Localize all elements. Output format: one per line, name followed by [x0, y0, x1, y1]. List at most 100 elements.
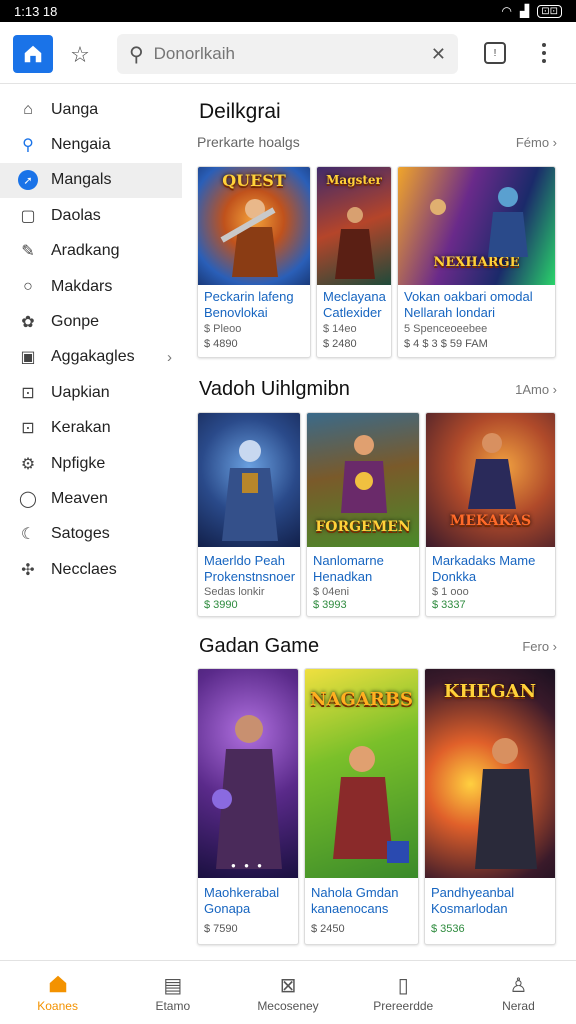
game-artwork: KHEGAN	[425, 669, 555, 878]
sidebar-item-10[interactable]: ⚙ Npfigke	[0, 446, 182, 481]
section-title: Gadan Game	[199, 635, 320, 657]
game-title: Maerldo Peah Prokenstnsnoer	[204, 553, 296, 584]
square-dot-icon: ⊡	[21, 384, 35, 402]
game-title: Nahola Gmdan kanaenocans	[311, 885, 399, 916]
nav-tab-home[interactable]: Koanes	[0, 961, 115, 1024]
chevron-right-icon: ›	[167, 348, 172, 366]
nav-tab-3[interactable]: ▯ Prereerdde	[346, 961, 461, 1024]
notification-button[interactable]: !	[484, 42, 506, 64]
sidebar-item-label: Satoges	[51, 525, 110, 543]
sidebar-item-6[interactable]: ✿ Gonpe	[0, 304, 182, 339]
battery-icon: ⊡⊡	[537, 4, 562, 18]
home-outline-icon: ⌂	[23, 100, 33, 118]
game-card[interactable]: Maerldo Peah Prokenstnsnoer Sedas lonkir…	[197, 412, 301, 617]
status-time: 1:13 18	[14, 3, 58, 19]
sorceress-figure-icon	[212, 715, 282, 869]
fire-mage-icon	[475, 738, 537, 869]
wifi-icon: ◠	[501, 4, 512, 18]
person-icon: ♙	[509, 974, 528, 997]
notification-icon: !	[493, 47, 497, 59]
game-card[interactable]: ● ● ● Maohkerabal Gonapa $ 7590	[197, 668, 299, 945]
game-artwork: MEKAKAS	[426, 413, 555, 547]
game-price: $ 3536	[431, 923, 465, 935]
sidebar-item-label: Daolas	[51, 206, 101, 224]
sidebar-item-7[interactable]: ▣ Aggakagles ›	[0, 340, 182, 375]
game-card[interactable]: KHEGAN Pandhyeanbal Kosmarlodan $ 3536	[424, 668, 556, 945]
sidebar-item-label: Npfigke	[51, 454, 106, 472]
see-more-link[interactable]: Fero ›	[522, 639, 557, 654]
nav-tab-4[interactable]: ♙ Nerad	[461, 961, 576, 1024]
game-card[interactable]: Magster Meclayana Catlexider $ 14eo $ 24…	[316, 166, 392, 358]
armored-hero-icon	[430, 187, 528, 257]
square-dot-icon: ⊡	[21, 420, 35, 438]
game-card[interactable]: MEKAKAS Markadaks Mame Donkka $ 1 ooo $ …	[425, 412, 556, 617]
star-button[interactable]: ☆	[66, 41, 94, 69]
see-more-link[interactable]: 1Amo ›	[515, 382, 557, 397]
game-artwork: QUEST	[198, 167, 310, 285]
sidebar-item-11[interactable]: ◯ Meaven	[0, 481, 182, 516]
nav-label: Etamo	[155, 998, 191, 1013]
game-price: $ 4 $ 3 $ 59 FAM	[404, 338, 488, 350]
bottom-navigation: Koanes ▤ Etamo ⊠ Mecoseney ▯ Prereerdde …	[0, 960, 576, 1024]
game-card[interactable]: QUEST Peckarin lafeng Benovlokai $ Pleoo…	[197, 166, 311, 358]
sidebar-item-label: Uapkian	[51, 383, 110, 401]
sidebar-item-13[interactable]: ✣ Necclaes	[0, 552, 182, 587]
brawler-figure-icon	[333, 746, 409, 863]
section-subtitle: Prerkarte hoalgs	[197, 134, 300, 150]
tools-icon[interactable]: ✕	[431, 44, 446, 65]
status-icons: ◠ ▟ ⊡⊡	[502, 4, 562, 18]
game-title: Maohkerabal Gonapa	[204, 885, 280, 916]
search-icon: ⚲	[129, 43, 144, 66]
game-title: Meclayana Catlexider	[323, 289, 386, 320]
ranger-figure-icon	[341, 435, 387, 513]
sidebar-item-2[interactable]: ➚ Mangals	[0, 162, 182, 199]
nav-tab-1[interactable]: ▤ Etamo	[115, 961, 230, 1024]
sidebar-item-label: Mangals	[51, 171, 112, 189]
nav-tab-2[interactable]: ⊠ Mecoseney	[230, 961, 345, 1024]
sidebar-item-8[interactable]: ⊡ Uapkian	[0, 375, 182, 410]
game-artwork: NAGARBS	[305, 669, 418, 878]
game-title: Vokan oakbari omodal Nellarah londari	[404, 289, 533, 320]
sidebar-item-12[interactable]: ☾ Satoges	[0, 517, 182, 552]
game-title: Markadaks Mame Donkka	[432, 553, 536, 584]
more-options-button[interactable]	[534, 38, 554, 68]
sidebar-item-label: Makdars	[51, 277, 113, 295]
game-artwork: FORGEMEN	[307, 413, 419, 547]
game-title: Peckarin lafeng Benovlokai	[204, 289, 294, 320]
nav-label: Koanes	[37, 998, 78, 1013]
game-price: $ 2450	[311, 923, 345, 935]
runner-figure-icon	[468, 433, 516, 509]
sidebar-item-label: Aradkang	[51, 242, 120, 260]
see-more-link[interactable]: Fémo ›	[516, 135, 557, 150]
sidebar-item-label: Kerakan	[51, 419, 111, 437]
hero-figure-icon	[220, 199, 278, 277]
sidebar: ⌂ Uanga ⚲ Nengaia ➚ Mangals ▢ Daolas ✎ Aradka…	[0, 92, 182, 587]
puzzle-icon: ✣	[21, 561, 35, 579]
home-button[interactable]	[13, 35, 53, 73]
sidebar-item-label: Necclaes	[51, 560, 117, 578]
game-card[interactable]: NAGARBS Nahola Gmdan kanaenocans $ 2450	[304, 668, 419, 945]
game-artwork: NEXHARGE	[398, 167, 555, 285]
game-price: $ 3990	[204, 599, 238, 611]
game-artwork: ● ● ●	[198, 669, 298, 878]
game-card[interactable]: NEXHARGE Vokan oakbari omodal Nellarah l…	[397, 166, 556, 358]
pencil-icon: ✎	[21, 243, 35, 261]
sidebar-item-label: Gonpe	[51, 313, 100, 331]
sidebar-item-1[interactable]: ⚲ Nengaia	[0, 127, 182, 162]
game-meta: Sedas lonkir	[204, 586, 265, 598]
gamepad-icon: ✿	[21, 314, 35, 332]
sidebar-item-0[interactable]: ⌂ Uanga	[0, 92, 182, 127]
game-title: Pandhyeanbal Kosmarlodan	[431, 885, 515, 916]
search-bar[interactable]: ⚲ ✕	[117, 34, 458, 74]
game-meta: $ 14eo	[323, 323, 357, 335]
clipboard-icon: ▯	[397, 974, 409, 997]
home-icon	[24, 45, 42, 63]
search-input[interactable]	[153, 44, 431, 64]
sidebar-item-4[interactable]: ✎ Aradkang	[0, 234, 182, 269]
sidebar-item-9[interactable]: ⊡ Kerakan	[0, 411, 182, 446]
sidebar-item-3[interactable]: ▢ Daolas	[0, 198, 182, 233]
game-price: $ 3337	[432, 599, 466, 611]
game-card[interactable]: FORGEMEN Nanlomarne Henadkan $ 04eni $ 3…	[306, 412, 420, 617]
main-content: Deilkgrai Prerkarte hoalgs Fémo › QUEST …	[197, 92, 559, 952]
sidebar-item-5[interactable]: ○ Makdars	[0, 269, 182, 304]
